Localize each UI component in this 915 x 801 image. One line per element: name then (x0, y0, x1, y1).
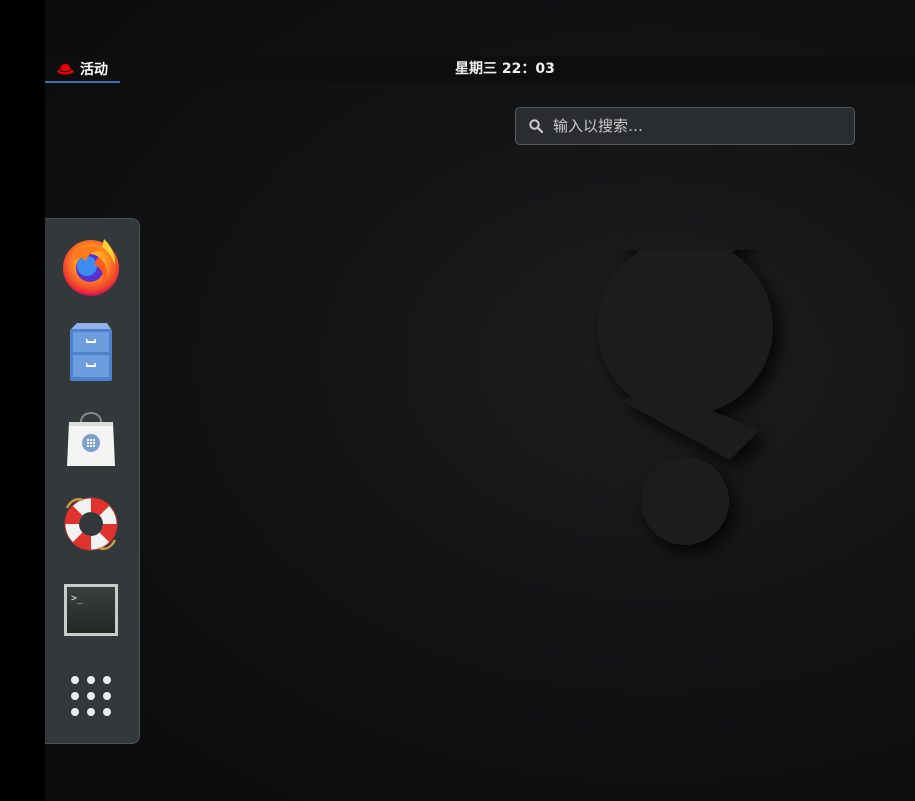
dock-terminal[interactable]: >_ (58, 577, 124, 643)
shopping-bag-icon (67, 412, 115, 466)
file-cabinet-icon (70, 323, 112, 381)
search-icon (529, 119, 543, 133)
dash: >_ (45, 218, 140, 744)
wallpaper-eight-logo (597, 250, 774, 545)
dock-firefox[interactable] (58, 233, 124, 299)
show-applications-button[interactable] (58, 663, 124, 729)
top-bar: 活动 星期三 22：03 (45, 56, 915, 83)
app-grid-icon (71, 676, 111, 716)
clock[interactable]: 星期三 22：03 (45, 56, 915, 83)
dock-software[interactable] (58, 405, 124, 471)
lifebuoy-icon (64, 497, 118, 551)
terminal-icon: >_ (64, 584, 118, 636)
terminal-prompt: >_ (71, 593, 84, 604)
dock-help[interactable] (58, 491, 124, 557)
search-input[interactable] (553, 117, 833, 135)
firefox-icon (63, 239, 119, 296)
dock-files[interactable] (58, 319, 124, 385)
search-box[interactable] (515, 107, 855, 145)
